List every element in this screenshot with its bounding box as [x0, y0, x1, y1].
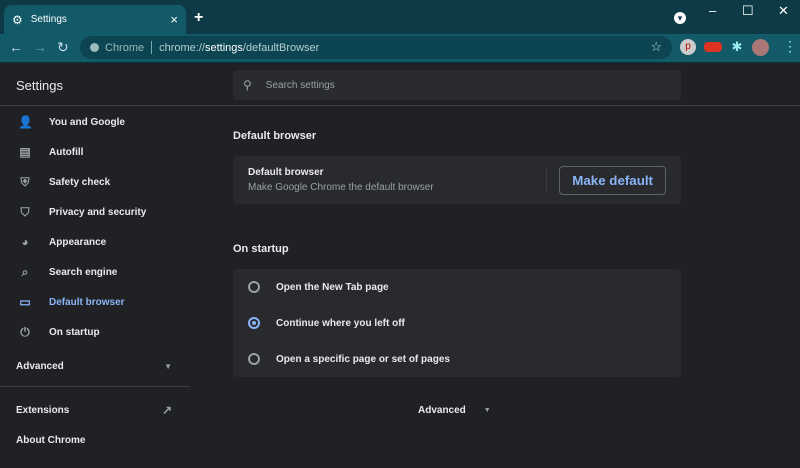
startup-option-radio[interactable]: Open the New Tab page	[233, 269, 681, 305]
tab-strip: ⚙ Settings × + ▾ – ☐ ✕	[0, 0, 800, 34]
section-title-default-browser: Default browser	[233, 130, 317, 142]
open-in-new-icon: ↗	[161, 403, 172, 417]
on-startup-card: Open the New Tab page Continue where you …	[233, 269, 681, 377]
divider	[546, 168, 548, 192]
menu-button[interactable]: ⋮	[783, 38, 797, 55]
radio-button[interactable]	[248, 281, 260, 293]
sidebar-item-default-browser[interactable]: ▭ Default browser	[0, 287, 190, 317]
chevron-down-icon: ▼	[164, 362, 172, 371]
sidebar-item-label: You and Google	[49, 116, 125, 128]
new-tab-button[interactable]: +	[194, 9, 203, 27]
maximize-button[interactable]: ☐	[742, 3, 754, 19]
main-content: Default browser Default browser Make Goo…	[233, 107, 681, 377]
minimize-button[interactable]: –	[709, 3, 716, 18]
site-chip[interactable]: Chrome	[105, 42, 144, 54]
sidebar-about-chrome[interactable]: About Chrome	[0, 425, 190, 455]
expressvpn-extension-icon[interactable]	[704, 42, 722, 52]
radio-label: Open a specific page or set of pages	[276, 353, 450, 365]
search-input[interactable]: ⚲ Search settings	[233, 70, 681, 100]
make-default-button[interactable]: Make default	[559, 165, 666, 195]
search-icon: ⚲	[243, 78, 252, 92]
url-text[interactable]: chrome://settings/defaultBrowser	[159, 42, 319, 54]
sidebar-extensions[interactable]: Extensions ↗	[0, 395, 190, 425]
back-button[interactable]: ←	[9, 39, 23, 55]
sidebar-advanced-label: Advanced	[16, 361, 64, 372]
sidebar-extensions-label: Extensions	[16, 404, 70, 416]
search-placeholder: Search settings	[265, 79, 335, 91]
bookmark-star-icon[interactable]: ☆	[650, 39, 662, 55]
section-title-on-startup: On startup	[233, 243, 289, 255]
person-icon: 👤	[18, 115, 33, 129]
sidebar-item-safety-check[interactable]: ⛨ Safety check	[0, 167, 190, 197]
sidebar: 👤 You and Google ▤ Autofill ⛨ Safety check ⛉ Pr…	[0, 107, 190, 455]
palette-icon: ◕	[21, 235, 29, 249]
advanced-toggle[interactable]: Advanced ▼	[418, 405, 491, 417]
sidebar-item-autofill[interactable]: ▤ Autofill	[0, 137, 190, 167]
sidebar-item-on-startup[interactable]: ⏻ On startup	[0, 317, 190, 347]
divider	[151, 41, 153, 54]
url-path: /defaultBrowser	[242, 41, 320, 54]
shield-icon: ⛉	[20, 204, 30, 219]
avatar[interactable]	[752, 39, 769, 56]
startup-option-radio[interactable]: Open a specific page or set of pages	[233, 341, 681, 377]
sidebar-item-label: Safety check	[49, 176, 111, 188]
tab-close-button[interactable]: ×	[170, 12, 178, 27]
chrome-icon	[90, 43, 99, 52]
sidebar-item-label: Default browser	[49, 296, 125, 308]
shield-check-icon: ⛨	[20, 174, 30, 189]
toolbar: ← → ↻ Chrome chrome://settings/defaultBr…	[0, 34, 800, 63]
chevron-down-icon: ▼	[483, 407, 491, 414]
pinterest-extension-icon[interactable]: p	[680, 39, 696, 55]
default-browser-card: Default browser Make Google Chrome the d…	[233, 156, 681, 204]
scrollbar[interactable]	[790, 107, 800, 468]
reload-button[interactable]: ↻	[57, 39, 69, 56]
profile-menu-icon[interactable]: ▾	[674, 12, 686, 24]
puzzle-extensions-icon[interactable]: ✱	[729, 39, 745, 55]
radio-button[interactable]	[248, 353, 260, 365]
advanced-label: Advanced	[418, 405, 466, 416]
sidebar-item-label: Privacy and security	[49, 206, 147, 218]
default-browser-subtitle: Make Google Chrome the default browser	[248, 182, 434, 193]
sidebar-item-you-and-google[interactable]: 👤 You and Google	[0, 107, 190, 137]
radio-label: Open the New Tab page	[276, 281, 389, 293]
startup-option-radio[interactable]: Continue where you left off	[233, 305, 681, 341]
sidebar-about-label: About Chrome	[16, 434, 86, 446]
url-host: settings	[204, 41, 243, 54]
sidebar-item-privacy-and-security[interactable]: ⛉ Privacy and security	[0, 197, 190, 227]
sidebar-advanced[interactable]: Advanced ▼	[0, 347, 190, 387]
sidebar-item-label: Autofill	[49, 146, 84, 158]
radio-label: Continue where you left off	[276, 317, 405, 329]
page-title: Settings	[16, 78, 63, 93]
sidebar-item-label: On startup	[49, 326, 100, 338]
radio-button[interactable]	[248, 317, 260, 329]
sidebar-item-label: Appearance	[49, 236, 107, 248]
settings-header: Settings ⚲ Search settings	[0, 64, 800, 106]
search-icon: ⌕	[21, 264, 29, 279]
sidebar-item-appearance[interactable]: ◕ Appearance	[0, 227, 190, 257]
forward-button[interactable]: →	[33, 39, 47, 55]
address-bar[interactable]: Chrome chrome://settings/defaultBrowser …	[80, 36, 672, 59]
sidebar-item-label: Search engine	[49, 266, 118, 278]
default-browser-title: Default browser	[248, 167, 324, 178]
tab-title: Settings	[30, 14, 67, 25]
clipboard-icon: ▤	[19, 145, 31, 159]
gear-icon: ⚙	[12, 12, 23, 27]
tab-settings[interactable]: ⚙ Settings ×	[4, 5, 186, 34]
sidebar-item-search-engine[interactable]: ⌕ Search engine	[0, 257, 190, 287]
close-window-button[interactable]: ✕	[778, 3, 789, 19]
url-scheme: chrome://	[159, 41, 205, 54]
browser-icon: ▭	[19, 295, 31, 309]
power-icon: ⏻	[20, 324, 30, 339]
